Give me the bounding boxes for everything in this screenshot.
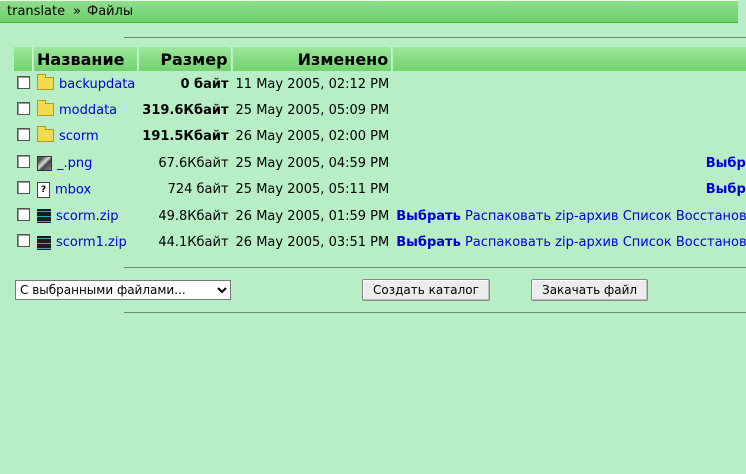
actions-cell: Выбрать	[393, 150, 746, 176]
header-select-column	[14, 47, 33, 71]
modified-cell: 26 May 2005, 02:00 PM	[235, 129, 390, 145]
upload-file-button[interactable]: Закачать файл	[531, 279, 649, 301]
zip-file-icon	[37, 209, 51, 224]
file-action-link[interactable]: Выбрать	[706, 182, 746, 197]
file-name-link[interactable]: backupdata	[59, 77, 135, 92]
size-cell: 724 байт	[167, 182, 229, 198]
table-header-row: Название Размер Изменено	[14, 47, 746, 71]
name-cell: scorm1.zip	[34, 229, 138, 255]
file-action-link[interactable]: Список	[623, 235, 672, 250]
file-name-link[interactable]: scorm1.zip	[56, 235, 127, 250]
file-table: Название Размер Изменено backupdata 0 ба…	[13, 47, 746, 256]
table-row: scorm 191.5Кбайт 26 May 2005, 02:00 PM	[14, 124, 746, 150]
row-checkbox[interactable]	[17, 207, 30, 221]
row-checkbox[interactable]	[17, 154, 30, 168]
size-cell: 0 байт	[180, 76, 229, 92]
size-cell: 319.6Кбайт	[142, 103, 229, 119]
actions-cell	[393, 124, 746, 150]
table-row: moddata 319.6Кбайт 25 May 2005, 05:09 PM	[14, 97, 746, 123]
file-action-link[interactable]: Выбрать	[396, 209, 461, 224]
table-row: _.png 67.6Кбайт 25 May 2005, 04:59 PM Вы…	[14, 150, 746, 176]
with-selected-dropdown[interactable]: С выбранными файлами...	[15, 280, 231, 300]
modified-cell: 11 May 2005, 02:12 PM	[235, 76, 390, 92]
name-cell: ? mbox	[34, 177, 138, 203]
row-checkbox[interactable]	[17, 181, 30, 195]
row-select-cell	[14, 97, 33, 123]
create-folder-button[interactable]: Создать каталог	[362, 279, 490, 301]
file-action-link[interactable]: Восстановить	[676, 209, 746, 224]
file-action-link[interactable]: Восстановить	[676, 235, 746, 250]
actions-cell: Выбрать Распаковать zip-архив Список Вос…	[393, 229, 746, 255]
table-row: scorm.zip 49.8Кбайт 26 May 2005, 01:59 P…	[14, 203, 746, 229]
modified-cell: 25 May 2005, 05:11 PM	[235, 182, 390, 198]
row-checkbox[interactable]	[17, 128, 30, 142]
folder-icon	[37, 73, 54, 90]
file-list: backupdata 0 байт 11 May 2005, 02:12 PM …	[14, 71, 746, 256]
actions-cell	[393, 71, 746, 97]
header-size[interactable]: Размер	[139, 47, 232, 71]
file-name-link[interactable]: mbox	[55, 182, 91, 197]
modified-cell: 26 May 2005, 03:51 PM	[235, 235, 390, 251]
table-row: backupdata 0 байт 11 May 2005, 02:12 PM	[14, 71, 746, 97]
header-modified[interactable]: Изменено	[232, 47, 393, 71]
file-name-link[interactable]: moddata	[59, 103, 117, 118]
row-checkbox[interactable]	[17, 75, 30, 89]
name-cell: scorm	[34, 124, 138, 150]
row-select-cell	[14, 124, 33, 150]
image-file-icon	[37, 155, 52, 171]
header-name[interactable]: Название	[34, 47, 139, 71]
text-file-icon: ?	[37, 181, 50, 198]
row-select-cell	[14, 177, 33, 203]
size-cell: 49.8Кбайт	[158, 208, 229, 224]
row-checkbox[interactable]	[17, 234, 30, 248]
row-select-cell	[14, 229, 33, 255]
breadcrumb: translate » Файлы	[0, 0, 738, 23]
modified-cell: 25 May 2005, 04:59 PM	[235, 155, 390, 171]
size-cell: 44.1Кбайт	[158, 235, 229, 251]
name-cell: scorm.zip	[34, 203, 138, 229]
row-select-cell	[14, 203, 33, 229]
breadcrumb-separator: »	[73, 4, 81, 19]
file-action-link[interactable]: Список	[623, 209, 672, 224]
breadcrumb-current: Файлы	[87, 4, 134, 19]
actions-cell	[393, 97, 746, 123]
bottom-divider	[124, 312, 746, 313]
file-name-link[interactable]: _.png	[57, 156, 92, 171]
name-cell: _.png	[34, 150, 138, 176]
name-cell: backupdata	[34, 71, 138, 97]
folder-icon	[37, 100, 54, 117]
file-name-link[interactable]: scorm.zip	[56, 209, 118, 224]
top-divider	[124, 37, 746, 38]
file-action-link[interactable]: Распаковать zip-архив	[465, 235, 619, 250]
header-actions-column	[393, 47, 746, 71]
size-cell: 67.6Кбайт	[158, 155, 229, 171]
row-select-cell	[14, 150, 33, 176]
file-action-link[interactable]: Выбрать	[396, 235, 461, 250]
table-row: ? mbox 724 байт 25 May 2005, 05:11 PM Выб…	[14, 177, 746, 203]
name-cell: moddata	[34, 97, 138, 123]
table-row: scorm1.zip 44.1Кбайт 26 May 2005, 03:51 …	[14, 229, 746, 255]
row-select-cell	[14, 71, 33, 97]
actions-cell: Выбрать Распаковать zip-архив Список Вос…	[393, 203, 746, 229]
file-action-link[interactable]: Выбрать	[706, 156, 746, 171]
zip-file-icon	[37, 235, 51, 250]
file-name-link[interactable]: scorm	[59, 129, 99, 144]
size-cell: 191.5Кбайт	[142, 129, 229, 145]
folder-icon	[37, 126, 54, 143]
modified-cell: 26 May 2005, 01:59 PM	[235, 208, 390, 224]
row-checkbox[interactable]	[17, 102, 30, 116]
modified-cell: 25 May 2005, 05:09 PM	[235, 103, 390, 119]
middle-divider	[124, 267, 746, 268]
actions-cell: Выбрать	[393, 177, 746, 203]
breadcrumb-course-link[interactable]: translate	[7, 4, 65, 19]
file-action-link[interactable]: Распаковать zip-архив	[465, 209, 619, 224]
